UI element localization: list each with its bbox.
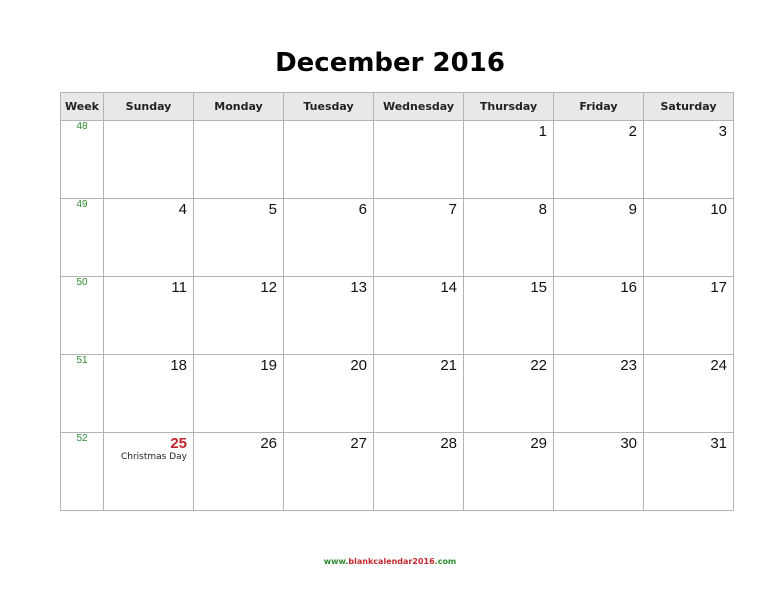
day-number: 7 xyxy=(448,201,457,218)
day-number: 12 xyxy=(260,279,277,296)
day-cell[interactable]: 25 Christmas Day xyxy=(103,432,194,511)
day-cell[interactable]: 24 xyxy=(643,354,734,433)
day-cell[interactable]: 13 xyxy=(283,276,374,355)
day-cell[interactable]: 31 xyxy=(643,432,734,511)
day-cell[interactable]: 1 xyxy=(463,120,554,199)
day-number: 9 xyxy=(628,201,637,218)
day-number: 28 xyxy=(440,435,457,452)
day-cell[interactable] xyxy=(193,120,284,199)
day-number: 19 xyxy=(260,357,277,374)
day-cell[interactable]: 2 xyxy=(553,120,644,199)
day-number xyxy=(104,121,193,123)
day-number: 29 xyxy=(530,435,547,452)
day-cell[interactable]: 19 xyxy=(193,354,284,433)
day-cell[interactable]: 18 xyxy=(103,354,194,433)
day-number: 13 xyxy=(350,279,367,296)
week-row: 50 11 12 13 14 15 16 17 xyxy=(60,276,734,355)
day-cell[interactable]: 26 xyxy=(193,432,284,511)
header-saturday: Saturday xyxy=(643,92,734,121)
day-cell[interactable]: 17 xyxy=(643,276,734,355)
header-row: Week Sunday Monday Tuesday Wednesday Thu… xyxy=(60,92,734,121)
day-cell[interactable]: 23 xyxy=(553,354,644,433)
day-number: 6 xyxy=(358,201,367,218)
header-sunday: Sunday xyxy=(103,92,194,121)
day-number: 24 xyxy=(710,357,727,374)
day-cell[interactable]: 4 xyxy=(103,198,194,277)
day-number: 5 xyxy=(268,201,277,218)
day-cell[interactable]: 28 xyxy=(373,432,464,511)
day-number: 4 xyxy=(178,201,187,218)
day-cell[interactable]: 11 xyxy=(103,276,194,355)
day-cell[interactable]: 3 xyxy=(643,120,734,199)
header-friday: Friday xyxy=(553,92,644,121)
week-row: 49 4 5 6 7 8 9 10 xyxy=(60,198,734,277)
day-cell[interactable]: 30 xyxy=(553,432,644,511)
day-number: 22 xyxy=(530,357,547,374)
calendar-title: December 2016 xyxy=(275,48,505,78)
header-tuesday: Tuesday xyxy=(283,92,374,121)
day-number: 2 xyxy=(628,123,637,140)
day-number: 15 xyxy=(530,279,547,296)
header-week: Week xyxy=(60,92,104,121)
footer-url-prefix: www. xyxy=(323,557,349,566)
week-number: 48 xyxy=(60,120,104,199)
week-row: 52 25 Christmas Day 26 27 28 29 30 31 xyxy=(60,432,734,511)
day-cell[interactable]: 16 xyxy=(553,276,644,355)
day-cell[interactable]: 29 xyxy=(463,432,554,511)
day-cell[interactable]: 6 xyxy=(283,198,374,277)
day-cell[interactable] xyxy=(283,120,374,199)
day-number: 17 xyxy=(710,279,727,296)
footer-url[interactable]: www.blankcalendar2016.com xyxy=(0,557,780,566)
week-number: 50 xyxy=(60,276,104,355)
day-cell[interactable] xyxy=(103,120,194,199)
day-cell[interactable]: 9 xyxy=(553,198,644,277)
day-cell[interactable]: 15 xyxy=(463,276,554,355)
day-number: 8 xyxy=(538,201,547,218)
footer-url-middle: blankcalendar2016 xyxy=(348,557,435,566)
holiday-label: Christmas Day xyxy=(120,452,187,462)
day-cell[interactable]: 7 xyxy=(373,198,464,277)
day-cell[interactable]: 21 xyxy=(373,354,464,433)
day-number: 11 xyxy=(171,279,187,296)
week-number: 49 xyxy=(60,198,104,277)
day-cell[interactable]: 5 xyxy=(193,198,284,277)
week-row: 48 1 2 3 xyxy=(60,120,734,199)
day-number: 25 xyxy=(170,435,187,452)
day-cell[interactable]: 12 xyxy=(193,276,284,355)
day-cell[interactable] xyxy=(373,120,464,199)
day-number: 14 xyxy=(440,279,457,296)
week-row: 51 18 19 20 21 22 23 24 xyxy=(60,354,734,433)
day-number xyxy=(194,121,283,123)
day-number: 27 xyxy=(350,435,367,452)
day-cell[interactable]: 27 xyxy=(283,432,374,511)
day-number: 31 xyxy=(710,435,727,452)
header-thursday: Thursday xyxy=(463,92,554,121)
day-number: 21 xyxy=(440,357,457,374)
day-cell[interactable]: 10 xyxy=(643,198,734,277)
week-number: 52 xyxy=(60,432,104,511)
day-number xyxy=(374,121,463,123)
day-number: 16 xyxy=(620,279,637,296)
calendar-grid: Week Sunday Monday Tuesday Wednesday Thu… xyxy=(60,92,734,511)
day-number: 20 xyxy=(350,357,367,374)
day-cell[interactable]: 22 xyxy=(463,354,554,433)
day-number: 3 xyxy=(718,123,727,140)
day-number: 23 xyxy=(620,357,637,374)
footer-url-suffix: .com xyxy=(434,557,457,566)
week-number: 51 xyxy=(60,354,104,433)
day-number xyxy=(284,121,373,123)
day-number: 10 xyxy=(710,201,727,218)
day-number: 1 xyxy=(538,123,547,140)
day-number: 30 xyxy=(620,435,637,452)
header-wednesday: Wednesday xyxy=(373,92,464,121)
day-cell[interactable]: 14 xyxy=(373,276,464,355)
day-cell[interactable]: 20 xyxy=(283,354,374,433)
day-cell[interactable]: 8 xyxy=(463,198,554,277)
day-number: 18 xyxy=(170,357,187,374)
day-number: 26 xyxy=(260,435,277,452)
header-monday: Monday xyxy=(193,92,284,121)
